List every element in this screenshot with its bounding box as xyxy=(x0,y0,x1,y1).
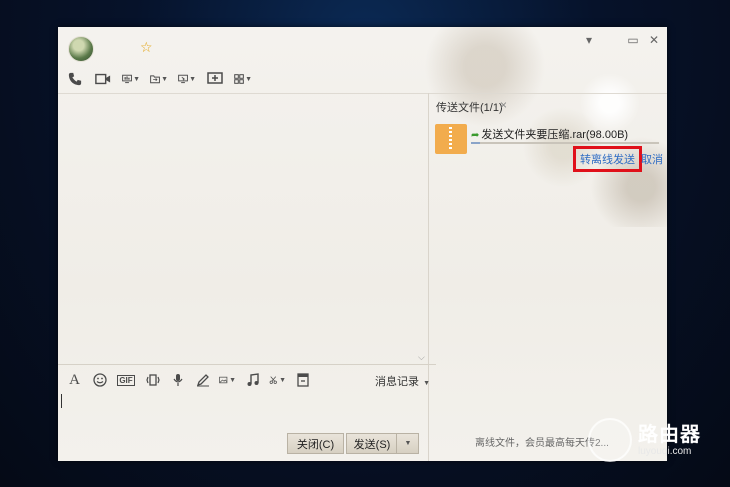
maximize-icon[interactable]: ▭ xyxy=(626,33,640,47)
message-history-button[interactable]: 消息记录 ▼ xyxy=(375,373,430,389)
file-transfer-panel: 传送文件(1/1) × ➦ 发送文件夹要压缩.rar(98.00B) 转离线发送 … xyxy=(429,93,667,461)
title-bar: ☆ ▾ ▭ ✕ xyxy=(58,27,667,67)
phone-icon[interactable] xyxy=(66,71,84,87)
gif-icon[interactable]: GIF xyxy=(116,372,136,388)
avatar[interactable] xyxy=(68,36,94,62)
close-button-label: 关闭(C) xyxy=(296,438,335,451)
chat-toolbar: ▼ ▼ ▼ ▼ xyxy=(66,69,252,89)
file-name: ➦ 发送文件夹要压缩.rar(98.00B) xyxy=(471,126,628,142)
new-chat-icon[interactable] xyxy=(206,71,224,87)
scissors-icon[interactable]: ▼ xyxy=(269,372,286,388)
transfer-progress-bar xyxy=(471,142,659,144)
cancel-link[interactable]: 取消 xyxy=(641,151,663,167)
watermark-text: 路由器 luyouqi.com xyxy=(638,424,701,457)
minimize-menu-icon[interactable]: ▾ xyxy=(582,33,596,47)
star-icon[interactable]: ☆ xyxy=(140,39,153,56)
image-icon[interactable]: ▼ xyxy=(219,372,236,388)
send-button-label: 发送(S) xyxy=(353,438,391,451)
remote-desktop-icon[interactable]: ▼ xyxy=(178,71,196,87)
send-options-button[interactable]: ▼ xyxy=(396,433,419,454)
apps-icon[interactable]: ▼ xyxy=(234,71,252,87)
voice-icon[interactable] xyxy=(169,372,186,388)
gif-label: GIF xyxy=(117,374,135,386)
shake-icon[interactable] xyxy=(144,372,161,388)
video-icon[interactable] xyxy=(94,71,112,87)
message-input[interactable] xyxy=(58,394,428,430)
file-transfer-icon[interactable]: ▼ xyxy=(150,71,168,87)
send-button[interactable]: 发送(S) xyxy=(346,433,398,454)
send-arrow-icon: ➦ xyxy=(471,130,480,141)
router-logo-icon xyxy=(588,418,632,462)
draw-icon[interactable] xyxy=(194,372,211,388)
chat-window: ☆ ▾ ▭ ✕ ▼ ▼ ▼ ▼ ⌵ A GIF ▼ ▼ 消息记录 ▼ 关闭(C)… xyxy=(58,27,667,461)
font-icon[interactable]: A xyxy=(66,372,83,388)
input-toolbar: A GIF ▼ ▼ 消息记录 ▼ xyxy=(58,364,436,395)
message-history-area[interactable] xyxy=(58,93,428,363)
chevron-down-icon: ▼ xyxy=(404,440,412,447)
tab-file-transfer[interactable]: 传送文件(1/1) xyxy=(436,99,503,115)
transfer-progress-fill xyxy=(471,142,481,144)
site-watermark: 路由器 luyouqi.com xyxy=(588,418,701,462)
collapse-arrow-icon[interactable]: ⌵ xyxy=(418,352,425,363)
close-button[interactable]: 关闭(C) xyxy=(287,433,344,454)
emoji-icon[interactable] xyxy=(91,372,108,388)
close-tab-icon[interactable]: × xyxy=(500,98,507,112)
message-history-label: 消息记录 xyxy=(375,376,419,388)
offline-send-link[interactable]: 转离线发送 xyxy=(573,146,642,172)
watermark-en: luyouqi.com xyxy=(638,445,692,457)
zip-file-icon xyxy=(435,124,467,154)
close-icon[interactable]: ✕ xyxy=(647,33,661,47)
watermark-cn: 路由器 xyxy=(638,423,701,446)
recall-icon[interactable] xyxy=(294,372,311,388)
screen-share-icon[interactable]: ▼ xyxy=(122,71,140,87)
file-name-text: 发送文件夹要压缩.rar(98.00B) xyxy=(481,129,629,141)
music-icon[interactable] xyxy=(244,372,261,388)
